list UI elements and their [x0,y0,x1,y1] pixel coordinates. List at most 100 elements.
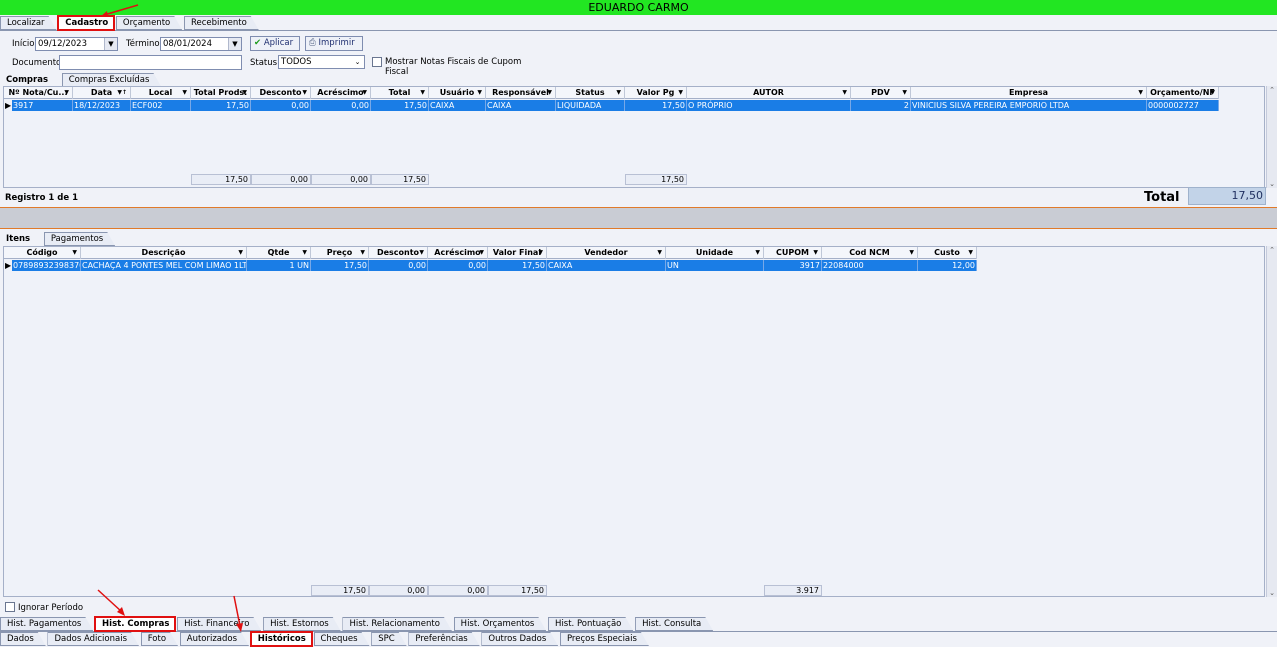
tab-cheques[interactable]: Cheques [314,632,370,646]
tab-pagamentos[interactable]: Pagamentos [44,232,115,246]
tab-hist-orcamentos[interactable]: Hist. Orçamentos [454,617,547,631]
scroll-up-icon[interactable]: ⌃ [1267,86,1277,94]
tab-autorizados[interactable]: Autorizados [180,632,249,646]
col-header-label: Empresa [1008,88,1049,97]
imprimir-button[interactable]: ⎙ Imprimir [305,36,363,51]
sort-arrow-icon: ▼ [64,89,69,96]
sort-arrow-icon: ▼ [968,249,973,256]
documento-input[interactable] [59,55,242,70]
col-header-label: Custo [934,248,960,257]
inicio-date-input[interactable]: 09/12/2023 ▼ [35,37,118,51]
tab-cadastro[interactable]: Cadastro [57,15,116,31]
tab-foto[interactable]: Foto [141,632,178,646]
cell: 17,50 [625,100,687,111]
col-header[interactable]: Desconto ▼ [369,247,428,259]
col-header[interactable]: Total ▼ [371,87,429,99]
table-row[interactable]: 3917 18/12/2023 ECF002 17,50 0,00 0,00 1… [12,100,1219,111]
termino-date-value: 08/01/2024 [163,39,212,49]
tab-spc[interactable]: SPC [371,632,406,646]
col-header[interactable]: Qtde ▼ [247,247,311,259]
cell: 18/12/2023 [73,100,131,111]
chevron-down-icon[interactable]: ⌄ [351,56,364,68]
tab-hist-pagamentos[interactable]: Hist. Pagamentos [0,617,93,631]
cell: UN [666,260,764,271]
tab-hist-relacionamento[interactable]: Hist. Relacionamento [342,617,452,631]
col-header[interactable]: Responsável ▼ [486,87,556,99]
termino-date-input[interactable]: 08/01/2024 ▼ [160,37,242,51]
col-header[interactable]: Desconto ▼ [251,87,311,99]
col-header[interactable]: Orçamento/NF ▼ [1147,87,1219,99]
status-value: TODOS [281,57,312,67]
tab-localizar[interactable]: Localizar [0,16,57,30]
mostrar-notas-label: Mostrar Notas Fiscais de Cupom [385,57,522,67]
tab-recebimento[interactable]: Recebimento [184,16,259,30]
sort-arrow-icon: ▼ [238,249,243,256]
col-header-label: Nº Nota/Cu... [8,88,68,97]
chevron-down-icon[interactable]: ▼ [104,38,117,50]
col-header[interactable]: Preço ▼ [311,247,369,259]
cell: LIQUIDADA [556,100,625,111]
imprimir-label: Imprimir [318,38,355,48]
compras-scrollbar[interactable]: ⌃ ⌄ [1266,86,1277,188]
col-header[interactable]: Descrição ▼ [81,247,247,259]
footer-acrescimo: 0,00 [428,585,488,596]
col-header[interactable]: Total Prods. ▼ [191,87,251,99]
col-header[interactable]: Custo ▼ [918,247,977,259]
col-header[interactable]: Nº Nota/Cu... ▼ [4,87,73,99]
sort-arrow-icon: ▼ [242,89,247,96]
total-value: 17,50 [1188,187,1266,205]
table-row[interactable]: 07898932398370 CACHAÇA 4 PONTES MEL COM … [12,260,977,271]
tab-preferencias[interactable]: Preferências [408,632,479,646]
col-header[interactable]: Unidade ▼ [666,247,764,259]
col-header[interactable]: CUPOM ▼ [764,247,822,259]
scroll-down-icon[interactable]: ⌄ [1267,589,1277,597]
tab-precos-especiais[interactable]: Preços Especiais [560,632,649,646]
row-indicator-icon: ▶ [5,101,12,110]
col-header[interactable]: Cod NCM ▼ [822,247,918,259]
sort-arrow-icon: ▼ [842,89,847,96]
tab-hist-estornos[interactable]: Hist. Estornos [263,617,341,631]
tab-hist-pontuacao[interactable]: Hist. Pontuação [548,617,633,631]
tab-hist-financeiro[interactable]: Hist. Financeiro [177,617,261,631]
tab-compras[interactable]: Compras [0,74,60,88]
col-header[interactable]: Usuário ▼ [429,87,486,99]
itens-scrollbar[interactable]: ⌃ ⌄ [1266,246,1277,597]
cell: 07898932398370 [13,260,81,271]
col-header[interactable]: Acréscimo ▼ [428,247,488,259]
tab-outros-dados[interactable]: Outros Dados [481,632,558,646]
status-select[interactable]: TODOS ⌄ [278,55,365,69]
scroll-up-icon[interactable]: ⌃ [1267,246,1277,254]
col-header[interactable]: Valor Pg ▼ [625,87,687,99]
col-header[interactable]: Vendedor ▼ [547,247,666,259]
annotation-arrow-icon [97,589,125,616]
tab-compras-excluidas[interactable]: Compras Excluídas [62,73,162,87]
scroll-down-icon[interactable]: ⌄ [1267,180,1277,188]
splitter-band[interactable] [0,207,1277,229]
tab-historicos[interactable]: Históricos [249,631,313,647]
tab-hist-consulta[interactable]: Hist. Consulta [635,617,713,631]
col-header[interactable]: PDV ▼ [851,87,911,99]
cell: CACHAÇA 4 PONTES MEL COM LIMAO 1LT [82,260,247,271]
col-header[interactable]: Empresa ▼ [911,87,1147,99]
annotation-arrow-icon [233,595,243,632]
col-header[interactable]: Valor Final ▼ [488,247,547,259]
cell: 0,00 [251,100,311,111]
ignorar-periodo-checkbox[interactable] [5,602,15,612]
col-header[interactable]: Código ▼ [4,247,81,259]
col-header[interactable]: Data ▼↑ [73,87,131,99]
footer-desconto: 0,00 [251,174,311,185]
col-header[interactable]: Status ▼ [556,87,625,99]
col-header[interactable]: AUTOR ▼ [687,87,851,99]
col-header[interactable]: Local ▼ [131,87,191,99]
aplicar-button[interactable]: ✔ Aplicar [250,36,300,51]
tab-hist-compras[interactable]: Hist. Compras [94,616,177,632]
tab-itens[interactable]: Itens [0,233,42,247]
col-header[interactable]: Acréscimo ▼ [311,87,371,99]
cell: 17,50 [371,100,429,111]
tab-dados-adicionais[interactable]: Dados Adicionais [47,632,139,646]
chevron-down-icon[interactable]: ▼ [228,38,241,50]
tab-dados[interactable]: Dados [0,632,46,646]
mostrar-notas-checkbox[interactable] [372,57,382,67]
col-header-label: PDV [871,88,890,97]
compras-grid: Nº Nota/Cu... ▼ Data ▼↑ Local ▼ Total Prods… [3,86,1265,188]
